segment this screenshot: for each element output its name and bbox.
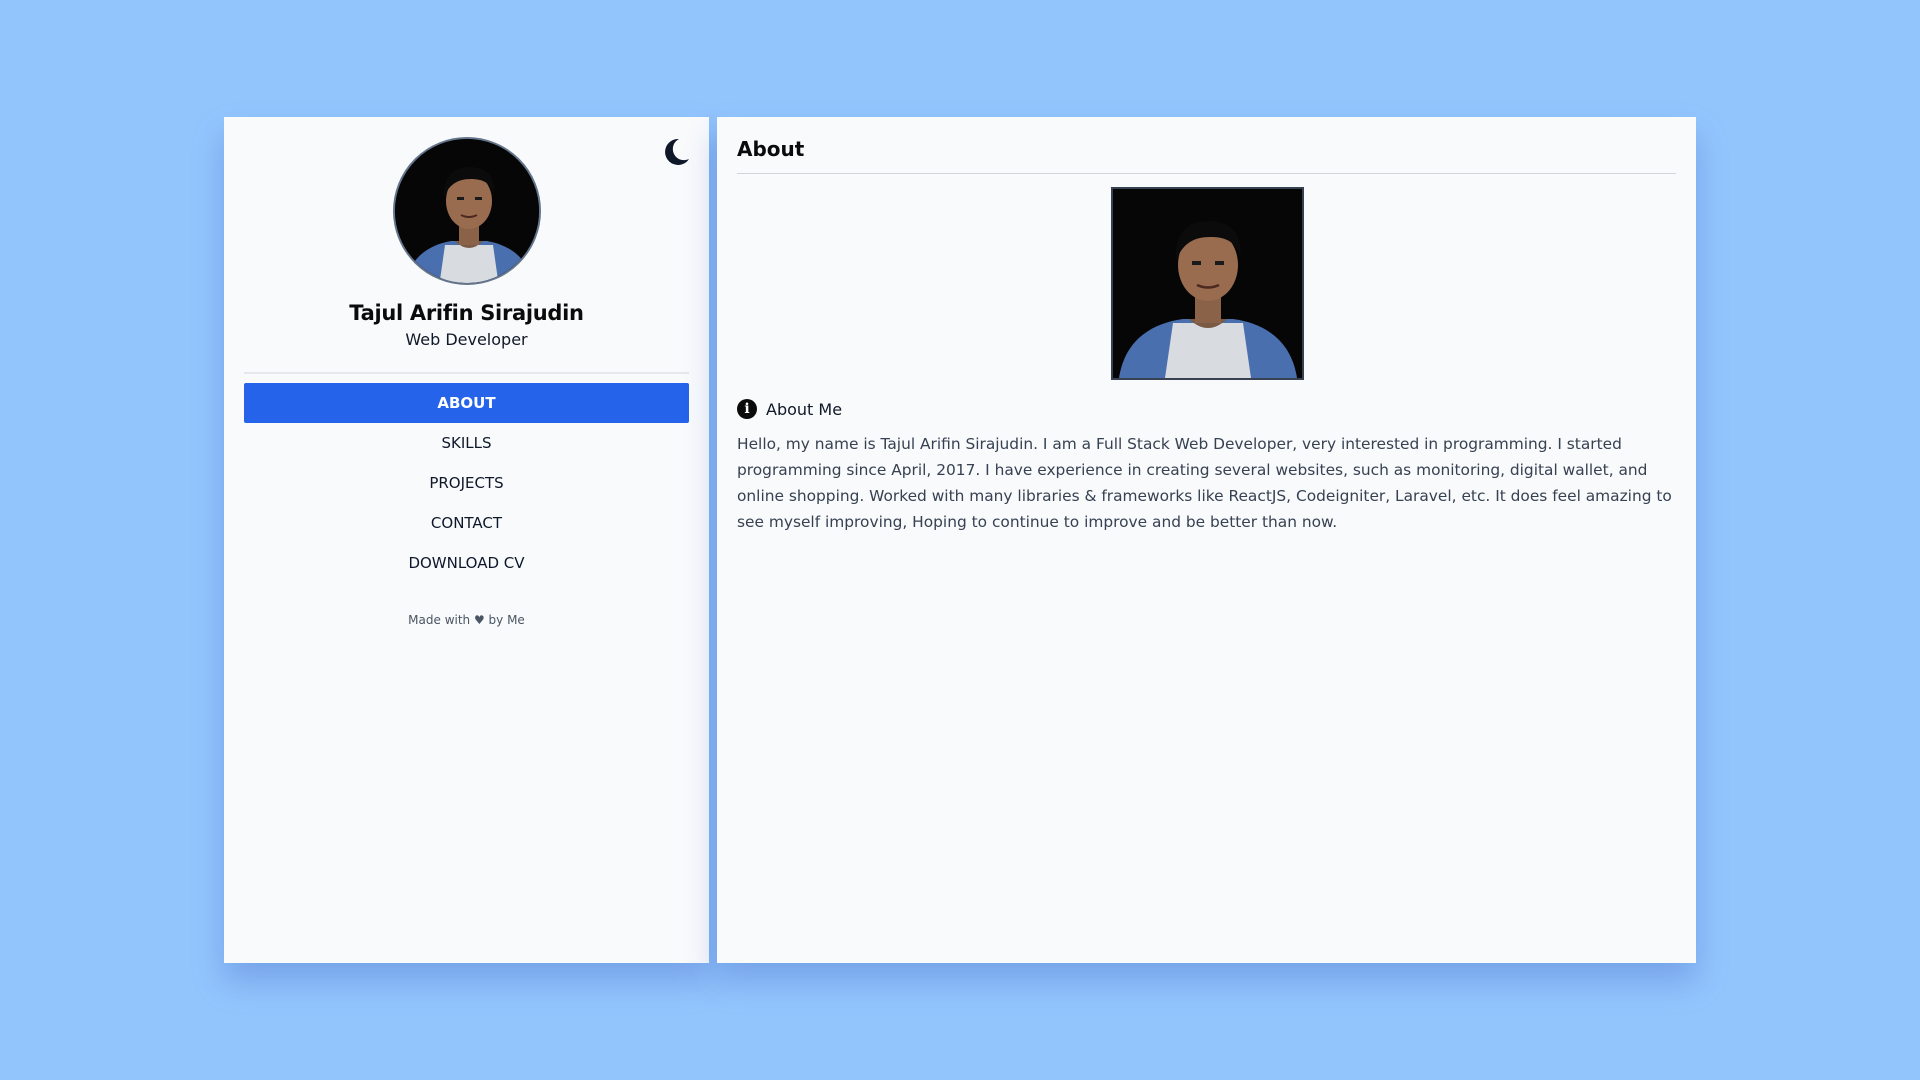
about-me-heading: i About Me — [737, 399, 842, 419]
sidebar: Tajul Arifin Sirajudin Web Developer ABO… — [224, 117, 709, 963]
info-icon: i — [737, 399, 757, 419]
nav-item-projects[interactable]: PROJECTS — [244, 463, 689, 503]
profile-name: Tajul Arifin Sirajudin — [349, 301, 584, 325]
page-title: About — [737, 137, 805, 161]
nav-item-skills[interactable]: SKILLS — [244, 423, 689, 463]
nav-item-about[interactable]: ABOUT — [244, 383, 689, 423]
avatar — [392, 137, 541, 285]
about-me-label: About Me — [766, 399, 843, 419]
moon-icon[interactable] — [659, 135, 693, 169]
sidebar-nav: ABOUT SKILLS PROJECTS CONTACT DOWNLOAD C… — [244, 383, 689, 583]
title-divider — [737, 173, 1676, 174]
main-panel: About i About Me Hello, my name is Tajul… — [717, 117, 1696, 963]
nav-item-contact[interactable]: CONTACT — [244, 503, 689, 543]
footer-credit: Made with ♥ by Me — [408, 613, 525, 627]
about-me-text: Hello, my name is Tajul Arifin Sirajudin… — [737, 435, 1672, 531]
profile-role: Web Developer — [405, 330, 528, 349]
nav-item-download-cv[interactable]: DOWNLOAD CV — [244, 543, 689, 583]
profile-photo — [1111, 187, 1304, 380]
sidebar-divider — [244, 372, 689, 374]
